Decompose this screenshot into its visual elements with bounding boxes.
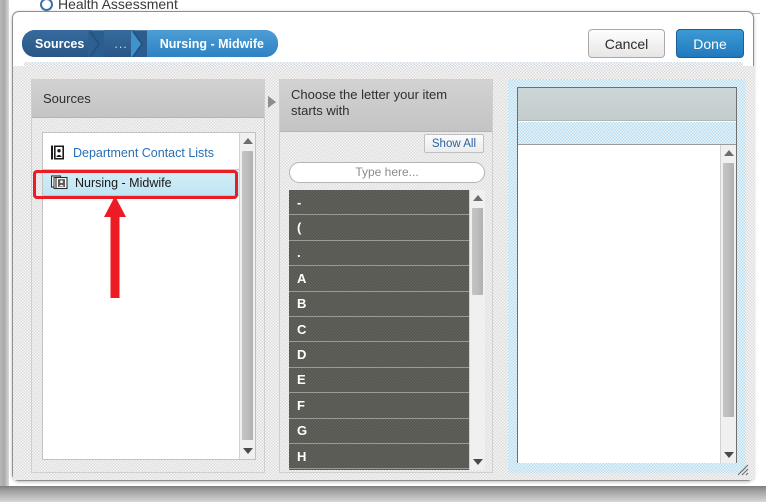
letter-row-label: C bbox=[297, 321, 307, 337]
dialog-resize-grip[interactable] bbox=[735, 462, 749, 476]
breadcrumb-separator-2 bbox=[130, 30, 147, 57]
sources-list: Department Contact Lists Nursing - Midwi… bbox=[42, 132, 256, 460]
letter-row[interactable]: . bbox=[289, 240, 469, 267]
sidebar-item-nursing-midwife[interactable]: Nursing - Midwife bbox=[43, 169, 255, 196]
address-book-icon bbox=[51, 145, 66, 160]
letter-row[interactable]: - bbox=[289, 190, 469, 216]
letter-row[interactable]: E bbox=[289, 367, 469, 394]
letter-row-label: E bbox=[297, 372, 306, 388]
letter-row[interactable]: F bbox=[289, 393, 469, 419]
letter-row[interactable]: G bbox=[289, 418, 469, 444]
preview-header-gap bbox=[518, 122, 736, 144]
panel-advance-arrow-icon bbox=[268, 96, 276, 108]
contact-cards-icon bbox=[51, 175, 68, 190]
breadcrumb-ellipsis-label: ... bbox=[114, 36, 128, 51]
letter-row-label: H bbox=[297, 448, 307, 464]
preview-panel bbox=[508, 79, 746, 473]
breadcrumb-current-label: Nursing - Midwife bbox=[159, 36, 264, 51]
letters-list: - (. ABCDEFGH I bbox=[289, 190, 485, 470]
done-button[interactable]: Done bbox=[676, 29, 744, 58]
letter-row[interactable]: B bbox=[289, 291, 469, 317]
sidebar-item-label: Nursing - Midwife bbox=[75, 175, 172, 190]
letters-list-rows: - (. ABCDEFGH I bbox=[289, 190, 469, 470]
sources-scroll-down-button[interactable] bbox=[240, 443, 255, 459]
letter-row[interactable]: C bbox=[289, 316, 469, 343]
letter-row-label: . bbox=[297, 245, 301, 261]
preview-scroll-thumb[interactable] bbox=[723, 163, 734, 417]
breadcrumb-item-ellipsis[interactable]: ... bbox=[104, 30, 134, 57]
letter-row-label: - bbox=[297, 194, 302, 210]
letters-scroll-down-button[interactable] bbox=[470, 454, 485, 470]
letter-row-label: D bbox=[297, 347, 307, 363]
preview-frame bbox=[517, 87, 737, 463]
letter-row-label: A bbox=[297, 270, 307, 286]
letter-search-placeholder: Type here... bbox=[355, 165, 419, 179]
show-all-row: Show All bbox=[280, 133, 492, 157]
show-all-button[interactable]: Show All bbox=[423, 134, 484, 153]
show-all-label: Show All bbox=[431, 137, 476, 150]
letter-row[interactable]: I bbox=[289, 469, 469, 470]
letters-panel: Choose the letter your item starts with … bbox=[279, 79, 493, 473]
sources-list-scrollbar[interactable] bbox=[239, 133, 255, 459]
letters-scroll-thumb[interactable] bbox=[472, 208, 483, 295]
sidebar-item-label: Department Contact Lists bbox=[73, 145, 215, 160]
window-chrome-left-edge bbox=[0, 0, 9, 486]
letter-row-label: F bbox=[297, 397, 305, 413]
cancel-button-label: Cancel bbox=[604, 35, 649, 52]
letters-panel-title: Choose the letter your item starts with bbox=[291, 87, 448, 118]
sources-panel-header: Sources bbox=[32, 80, 264, 118]
letters-list-scrollbar[interactable] bbox=[469, 190, 485, 470]
breadcrumb-item-current[interactable]: Nursing - Midwife bbox=[146, 30, 278, 57]
breadcrumb: Sources ... Nursing - Midwife bbox=[22, 30, 278, 57]
source-picker-dialog: Sources ... Nursing - Midwife Cancel Don… bbox=[12, 11, 755, 481]
breadcrumb-separator-1 bbox=[88, 30, 104, 57]
letter-row-label: ( bbox=[297, 220, 302, 236]
sidebar-item-department-contact-lists[interactable]: Department Contact Lists bbox=[43, 139, 255, 166]
preview-scrollbar[interactable] bbox=[720, 145, 736, 463]
letter-row[interactable]: ( bbox=[289, 215, 469, 241]
dialog-header: Sources ... Nursing - Midwife Cancel Don… bbox=[13, 12, 753, 64]
sources-scroll-thumb[interactable] bbox=[242, 151, 253, 440]
preview-header bbox=[518, 88, 736, 121]
chevron-up-icon bbox=[242, 138, 253, 144]
letter-row-label: G bbox=[297, 423, 308, 439]
window-chrome-bottom-edge bbox=[0, 486, 766, 502]
letter-row-label: B bbox=[297, 296, 307, 312]
letter-search-input[interactable]: Type here... bbox=[289, 162, 485, 183]
breadcrumb-sources-label: Sources bbox=[35, 36, 85, 51]
letters-scroll-up-button[interactable] bbox=[470, 190, 485, 206]
background-status-circle-icon bbox=[40, 0, 53, 11]
cancel-button[interactable]: Cancel bbox=[588, 29, 665, 58]
done-button-label: Done bbox=[693, 35, 727, 52]
sources-scroll-up-button[interactable] bbox=[240, 133, 255, 149]
dialog-body: Sources Department Contact Lists Nursing… bbox=[13, 66, 755, 480]
letter-row[interactable]: A bbox=[289, 266, 469, 292]
sources-panel: Sources Department Contact Lists Nursing… bbox=[31, 79, 265, 473]
chevron-up-icon bbox=[723, 150, 734, 156]
letter-row[interactable]: D bbox=[289, 342, 469, 368]
preview-scroll-down-button[interactable] bbox=[721, 447, 736, 463]
chevron-up-icon bbox=[472, 195, 483, 201]
letter-row[interactable]: H bbox=[289, 443, 469, 470]
chevron-down-icon bbox=[242, 448, 253, 454]
sources-panel-title: Sources bbox=[43, 91, 91, 106]
preview-scroll-up-button[interactable] bbox=[721, 145, 736, 161]
desktop-background: Health Assessment Sources ... Nursing - … bbox=[0, 0, 766, 502]
preview-content bbox=[518, 144, 736, 463]
breadcrumb-item-sources[interactable]: Sources bbox=[22, 30, 92, 57]
chevron-down-icon bbox=[472, 459, 483, 465]
chevron-down-icon bbox=[723, 452, 734, 458]
letters-panel-header: Choose the letter your item starts with bbox=[280, 80, 492, 132]
